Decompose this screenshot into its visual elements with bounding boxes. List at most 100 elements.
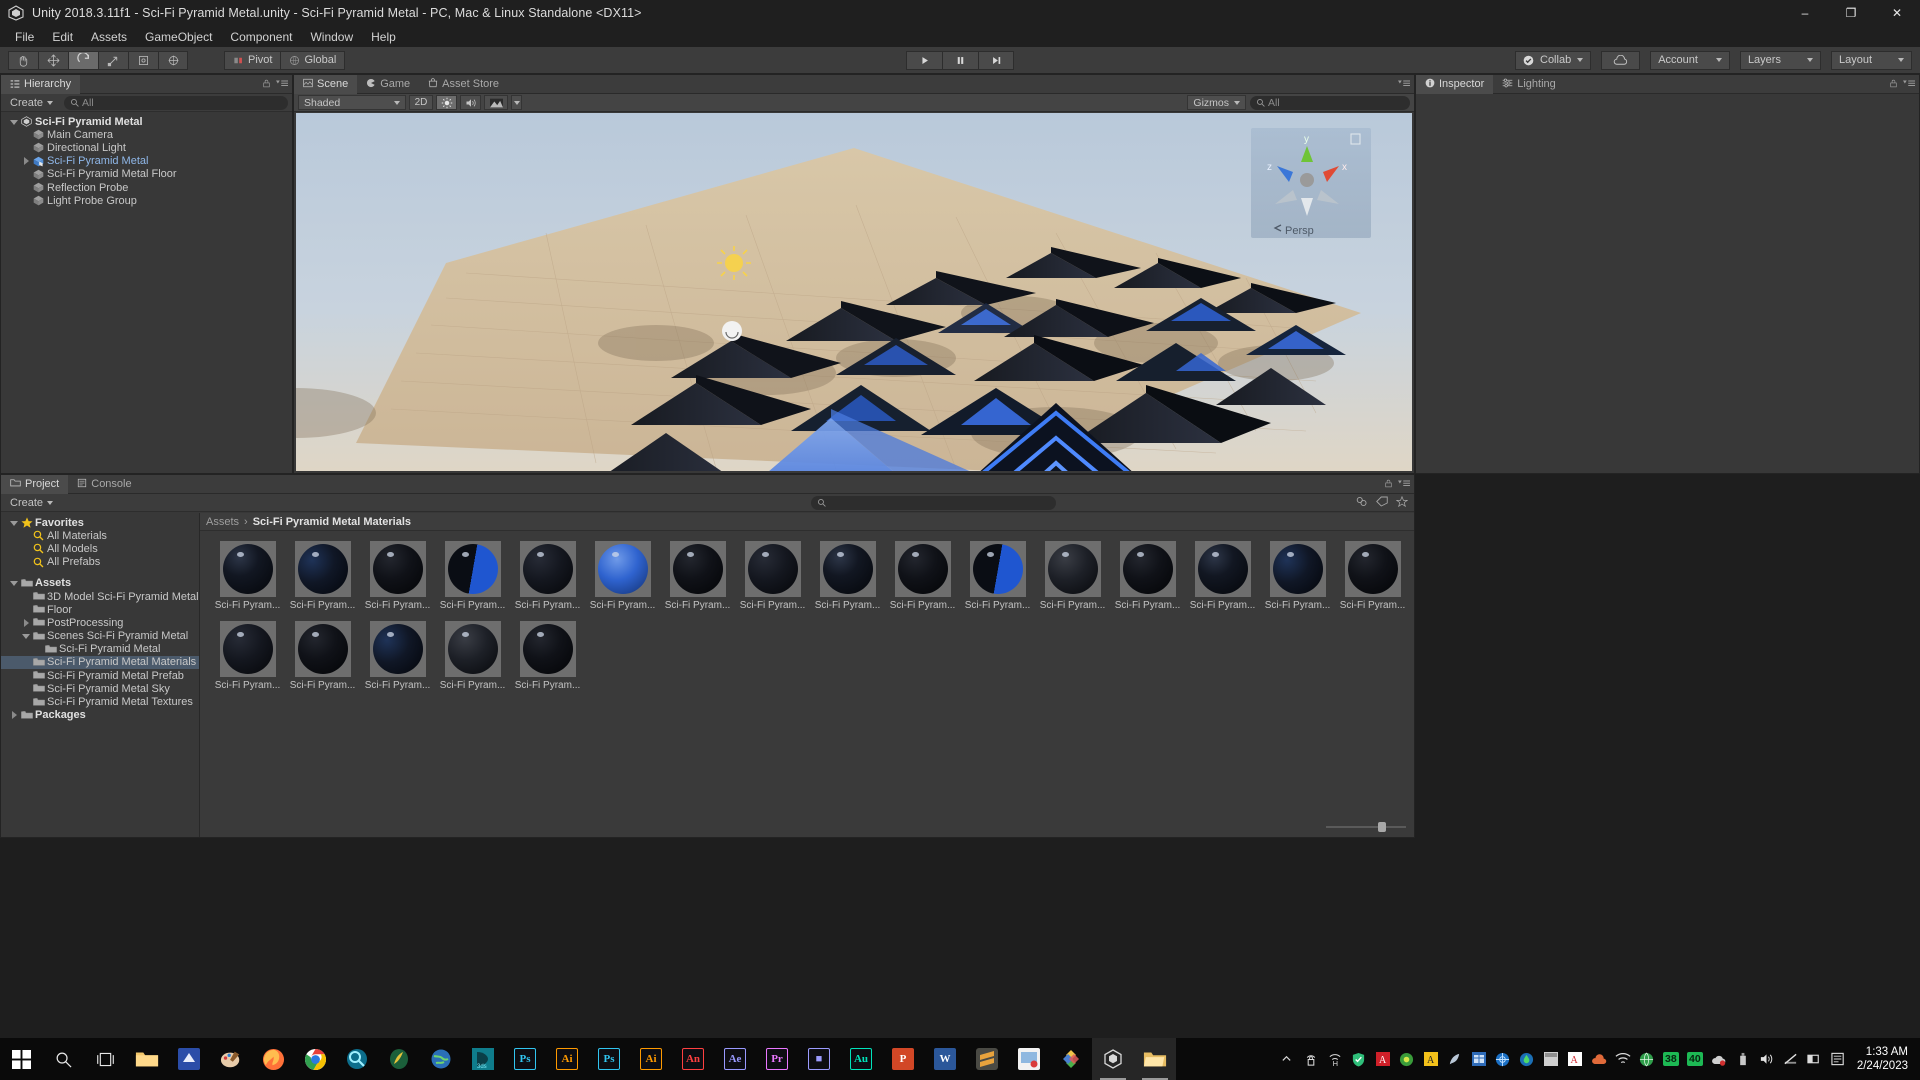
globe-green-icon[interactable] [1635, 1046, 1659, 1072]
project-tree-item[interactable]: Sci-Fi Pyramid Metal Prefab [1, 669, 199, 682]
wifi-h-icon[interactable]: H [1323, 1046, 1347, 1072]
asset-thumbnail[interactable] [220, 541, 276, 597]
collab-button[interactable]: Collab [1515, 51, 1591, 70]
hierarchy-item[interactable]: Main Camera [1, 128, 292, 141]
illustrator-icon[interactable]: Ai [546, 1038, 588, 1080]
toggle-2d-button[interactable]: 2D [409, 95, 433, 110]
menu-gameobject[interactable]: GameObject [136, 28, 221, 46]
project-tree-item[interactable]: Favorites [1, 516, 199, 529]
panel-menu-icon[interactable] [276, 75, 288, 93]
chevron-down-icon[interactable] [10, 519, 18, 527]
thumbnail-zoom-slider[interactable] [1326, 821, 1406, 833]
asset-item[interactable]: Sci-Fi Pyram... [360, 541, 435, 611]
blender-icon[interactable] [1050, 1038, 1092, 1080]
tab-game[interactable]: Game [357, 75, 419, 94]
scene-viewport[interactable]: y x z Persp [296, 113, 1412, 471]
chevron-right-icon[interactable] [22, 619, 30, 627]
asset-thumbnail[interactable] [295, 621, 351, 677]
hierarchy-item[interactable]: Directional Light [1, 141, 292, 154]
filter-type-icon[interactable] [1356, 494, 1368, 512]
onedrive-icon[interactable] [1587, 1046, 1611, 1072]
account-button[interactable]: Account [1650, 51, 1730, 70]
asset-thumbnail[interactable] [370, 541, 426, 597]
volume-icon[interactable] [1755, 1046, 1779, 1072]
project-tree-item[interactable]: PostProcessing [1, 616, 199, 629]
usb-icon[interactable] [1731, 1046, 1755, 1072]
chevron-right-icon[interactable] [10, 711, 18, 719]
menu-edit[interactable]: Edit [43, 28, 82, 46]
firefox-icon[interactable] [252, 1038, 294, 1080]
photoshop-icon[interactable]: Ps [504, 1038, 546, 1080]
asset-item[interactable]: Sci-Fi Pyram... [1110, 541, 1185, 611]
lock-icon[interactable] [1889, 75, 1898, 93]
pivot-toggle[interactable]: Pivot [224, 51, 280, 70]
draw-mode-dropdown[interactable]: Shaded [298, 95, 406, 110]
favorite-star-icon[interactable] [1396, 494, 1408, 512]
cloud-icon[interactable] [1707, 1046, 1731, 1072]
project-tree-item[interactable] [1, 569, 199, 577]
asset-thumbnail[interactable] [1345, 541, 1401, 597]
target-icon[interactable] [1491, 1046, 1515, 1072]
tab-lighting[interactable]: Lighting [1493, 75, 1565, 94]
gold-app-icon[interactable] [378, 1038, 420, 1080]
asset-thumbnail[interactable] [1195, 541, 1251, 597]
project-tree-item[interactable]: 3D Model Sci-Fi Pyramid Metal [1, 590, 199, 603]
feather-icon[interactable] [1443, 1046, 1467, 1072]
project-tree-item[interactable]: Assets [1, 577, 199, 590]
panel-menu-icon[interactable] [1398, 75, 1410, 93]
hand-tool-button[interactable] [8, 51, 38, 70]
asset-thumbnail[interactable] [1270, 541, 1326, 597]
pause-button[interactable] [942, 51, 978, 70]
scale-tool-button[interactable] [98, 51, 128, 70]
asset-thumbnail[interactable] [445, 621, 501, 677]
move-tool-button[interactable] [38, 51, 68, 70]
hierarchy-item[interactable]: Light Probe Group [1, 194, 292, 207]
project-tree-item[interactable]: Sci-Fi Pyramid Metal [1, 643, 199, 656]
screen-recorder-icon[interactable] [1008, 1038, 1050, 1080]
A-red-icon[interactable]: A [1563, 1046, 1587, 1072]
asset-item[interactable]: Sci-Fi Pyram... [660, 541, 735, 611]
step-button[interactable] [978, 51, 1014, 70]
excel-blue-icon[interactable] [1467, 1046, 1491, 1072]
gizmos-dropdown[interactable]: Gizmos [1187, 95, 1246, 110]
asset-thumbnail[interactable] [520, 541, 576, 597]
globe-app-icon[interactable] [420, 1038, 462, 1080]
menu-help[interactable]: Help [362, 28, 405, 46]
tab-inspector[interactable]: Inspector [1416, 75, 1493, 94]
asset-thumbnail[interactable] [445, 541, 501, 597]
asset-item[interactable]: Sci-Fi Pyram... [810, 541, 885, 611]
asset-thumbnail[interactable] [1120, 541, 1176, 597]
window-grey-icon[interactable] [1539, 1046, 1563, 1072]
tray-expand-icon[interactable] [1275, 1046, 1299, 1072]
layers-button[interactable]: Layers [1740, 51, 1821, 70]
illustrator2-icon[interactable]: Ai [630, 1038, 672, 1080]
asset-thumbnail[interactable] [745, 541, 801, 597]
zoom-slider-knob[interactable] [1378, 822, 1386, 832]
premiere-icon[interactable]: Pr [756, 1038, 798, 1080]
chevron-right-icon[interactable] [22, 157, 30, 165]
chevron-down-icon[interactable] [10, 579, 18, 587]
asset-item[interactable]: Sci-Fi Pyram... [510, 621, 585, 691]
scanner-icon[interactable] [168, 1038, 210, 1080]
panel-menu-icon[interactable] [1903, 75, 1915, 93]
battery-indicator-40[interactable]: 40 [1683, 1046, 1707, 1072]
scene-effects-dropdown[interactable] [511, 95, 522, 110]
magnifier-app-icon[interactable] [336, 1038, 378, 1080]
audition-wave-icon[interactable]: ■ [798, 1038, 840, 1080]
rect-tool-button[interactable] [128, 51, 158, 70]
after-effects-icon[interactable]: Ae [714, 1038, 756, 1080]
unity-icon[interactable] [1092, 1038, 1134, 1080]
scene-audio-toggle[interactable] [460, 95, 481, 110]
paint-icon[interactable] [210, 1038, 252, 1080]
shield-icon[interactable] [1347, 1046, 1371, 1072]
menu-window[interactable]: Window [301, 28, 362, 46]
hierarchy-create-button[interactable]: Create [5, 96, 58, 110]
play-button[interactable] [906, 51, 942, 70]
battery-indicator-38[interactable]: 38 [1659, 1046, 1683, 1072]
project-tree-item[interactable]: Sci-Fi Pyramid Metal Sky [1, 682, 199, 695]
asset-item[interactable]: Sci-Fi Pyram... [1035, 541, 1110, 611]
animate-icon[interactable]: An [672, 1038, 714, 1080]
project-tree-item[interactable]: All Models [1, 542, 199, 555]
lock-icon[interactable] [1384, 475, 1393, 493]
network-lock-icon[interactable] [1299, 1046, 1323, 1072]
